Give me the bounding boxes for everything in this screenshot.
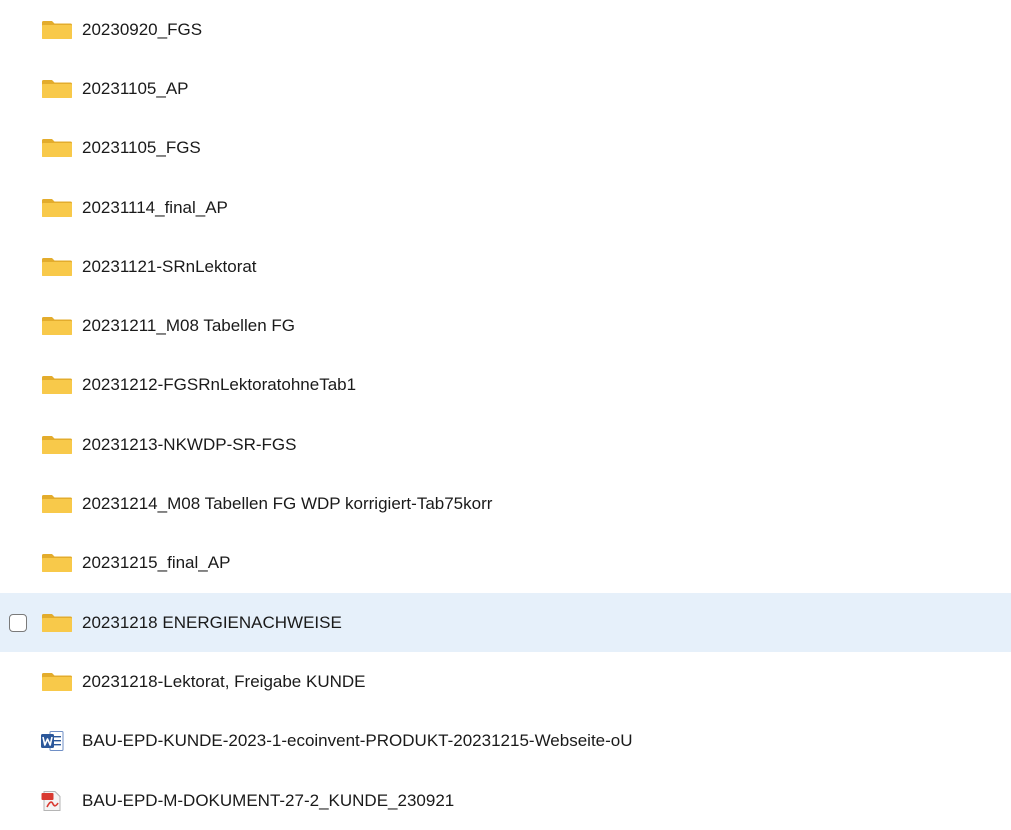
file-name: 20231213-NKWDP-SR-FGS [82,434,297,454]
folder-icon [41,138,73,158]
file-name: 20231121-SRnLektorat [82,256,257,276]
list-item[interactable]: 20231218-Lektorat, Freigabe KUNDE [0,652,1011,711]
file-name: BAU-EPD-KUNDE-2023-1-ecoinvent-PRODUKT-2… [82,731,633,751]
list-item[interactable]: 20231211_M08 Tabellen FG [0,296,1011,355]
file-name: 20231105_AP [82,78,189,98]
folder-icon [41,435,73,455]
folder-icon [41,257,73,277]
file-name: 20230920_FGS [82,19,203,39]
file-name: 20231211_M08 Tabellen FG [82,316,295,336]
folder-icon [41,375,73,395]
word-document-icon [41,731,73,752]
list-item[interactable]: 20231212-FGSRnLektoratohneTab1 [0,356,1011,415]
file-name: 20231215_final_AP [82,553,231,573]
folder-icon [41,494,73,514]
list-item[interactable]: BAU-EPD-KUNDE-2023-1-ecoinvent-PRODUKT-2… [0,712,1011,771]
list-item[interactable]: 20231114_final_AP [0,178,1011,237]
folder-icon [41,553,73,573]
folder-icon [41,79,73,99]
list-item[interactable]: 20231105_FGS [0,119,1011,178]
folder-icon [41,316,73,336]
file-name: 20231212-FGSRnLektoratohneTab1 [82,375,357,395]
folder-icon [41,20,73,40]
list-item[interactable]: 20231105_AP [0,59,1011,118]
folder-icon [41,613,73,633]
file-name: 20231218 ENERGIENACHWEISE [82,612,342,632]
file-name: 20231105_FGS [82,138,201,158]
folder-icon [41,672,73,692]
file-name: 20231218-Lektorat, Freigabe KUNDE [82,671,366,691]
list-item[interactable]: 20231121-SRnLektorat [0,237,1011,296]
list-item[interactable]: 20231215_final_AP [0,534,1011,593]
file-name: 20231214_M08 Tabellen FG WDP korrigiert-… [82,494,493,514]
select-checkbox[interactable] [9,613,27,632]
list-item[interactable]: 20231218 ENERGIENACHWEISE [0,592,1011,653]
folder-icon [41,198,73,218]
list-item[interactable]: BAU-EPD-M-DOKUMENT-27-2_KUNDE_230921 [0,771,1011,830]
file-name: 20231114_final_AP [82,197,228,217]
list-item[interactable]: 20231214_M08 Tabellen FG WDP korrigiert-… [0,474,1011,533]
list-item[interactable]: 20230920_FGS [0,0,1011,59]
list-item[interactable]: 20231213-NKWDP-SR-FGS [0,415,1011,474]
file-list: 20230920_FGS 20231105_AP 20231105_FGS 20… [0,0,1011,830]
